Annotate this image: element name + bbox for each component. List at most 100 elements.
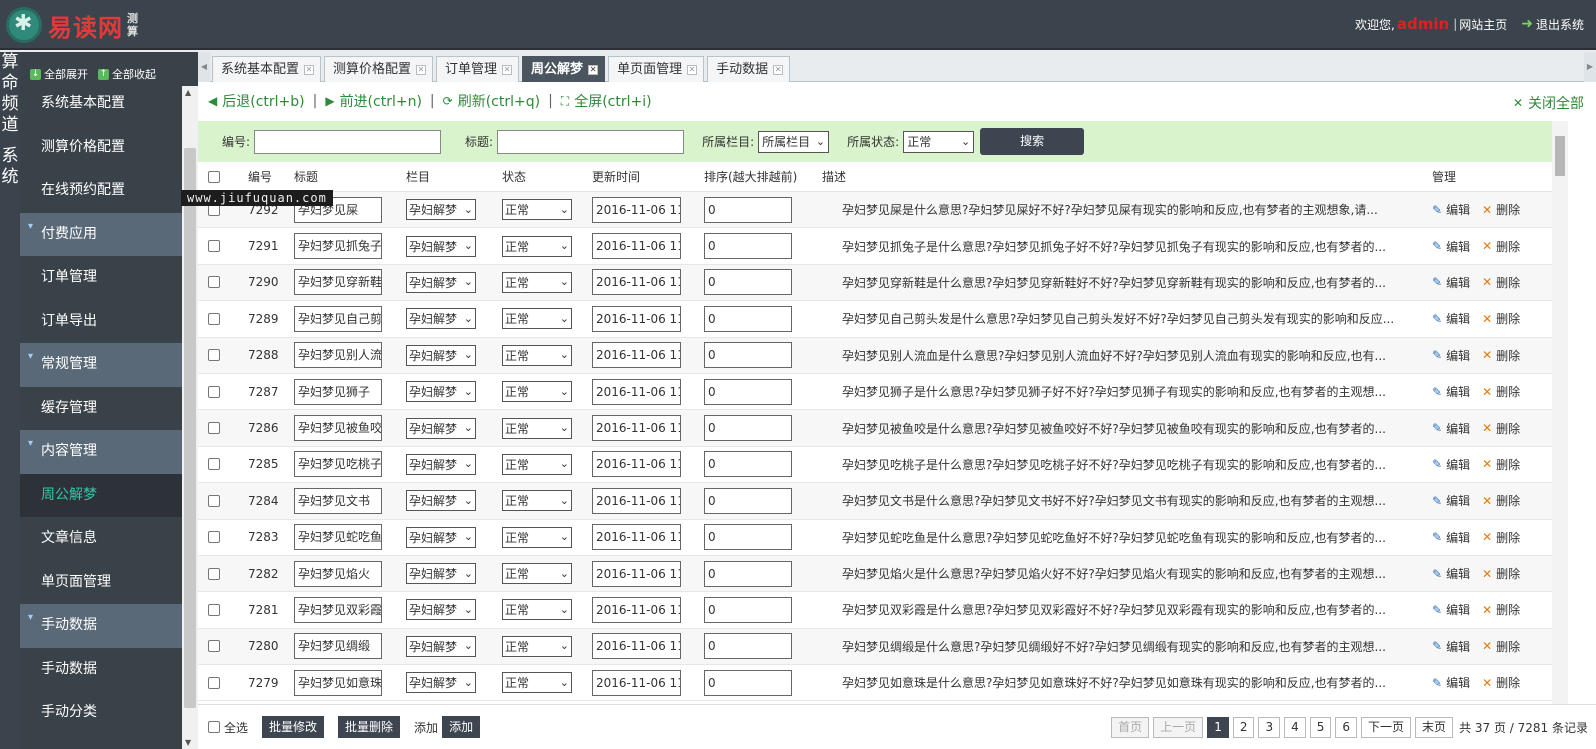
delete-button[interactable]: ✕ 删除 <box>1482 420 1520 437</box>
sidebar-item[interactable]: 缓存管理 <box>20 387 182 431</box>
status-select[interactable]: 正常 <box>502 672 572 694</box>
time-input[interactable]: 2016-11-06 11: <box>592 233 681 260</box>
exit-icon[interactable]: ➜ <box>1521 16 1533 32</box>
page-2-button[interactable]: 2 <box>1232 717 1255 738</box>
delete-button[interactable]: ✕ 删除 <box>1482 529 1520 546</box>
time-input[interactable]: 2016-11-06 11: <box>592 596 681 623</box>
page-3-button[interactable]: 3 <box>1258 717 1281 738</box>
sort-input[interactable]: 0 <box>704 415 792 442</box>
time-input[interactable]: 2016-11-06 11: <box>592 524 681 551</box>
row-checkbox[interactable] <box>208 676 220 689</box>
row-checkbox[interactable] <box>208 567 220 580</box>
delete-button[interactable]: ✕ 删除 <box>1482 383 1520 400</box>
sidebar-item[interactable]: 在线预约配置 <box>20 169 182 213</box>
row-checkbox[interactable] <box>208 276 220 289</box>
edit-button[interactable]: ✎ 编辑 <box>1432 492 1470 509</box>
close-icon[interactable]: ✕ <box>502 64 513 75</box>
sidebar-item[interactable]: 周公解梦 <box>20 473 182 517</box>
sort-input[interactable]: 0 <box>704 451 792 478</box>
page-4-button[interactable]: 4 <box>1284 717 1306 738</box>
delete-button[interactable]: ✕ 删除 <box>1482 456 1520 473</box>
title-input[interactable]: 孕妇梦见穿新鞋 <box>294 269 382 296</box>
select-all-label[interactable]: 全选 <box>224 719 248 736</box>
edit-button[interactable]: ✎ 编辑 <box>1432 238 1470 255</box>
category-select[interactable]: 孕妇解梦 <box>406 453 476 475</box>
delete-button[interactable]: ✕ 删除 <box>1482 310 1520 327</box>
edit-button[interactable]: ✎ 编辑 <box>1432 601 1470 618</box>
category-select[interactable]: 孕妇解梦 <box>406 672 476 694</box>
time-input[interactable]: 2016-11-06 11: <box>592 487 681 514</box>
category-select[interactable]: 孕妇解梦 <box>406 490 476 512</box>
sidebar-item[interactable]: 订单导出 <box>20 300 182 344</box>
title-input[interactable]: 孕妇梦见如意珠 <box>294 669 382 696</box>
delete-button[interactable]: ✕ 删除 <box>1482 274 1520 291</box>
sort-input[interactable]: 0 <box>704 233 792 260</box>
close-all-button[interactable]: ✕ 关闭全部 <box>1513 93 1584 113</box>
edit-button[interactable]: ✎ 编辑 <box>1432 420 1470 437</box>
sort-input[interactable]: 0 <box>704 596 792 623</box>
tab-0[interactable]: 系统基本配置 ✕ <box>212 56 322 82</box>
title-input[interactable]: 孕妇梦见吃桃子 <box>294 451 382 478</box>
site-logo[interactable]: 易读网 测算 <box>6 6 141 44</box>
fullscreen-button[interactable]: ⛶ 全屏(ctrl+i) <box>561 91 652 111</box>
select-all-checkbox[interactable] <box>208 721 220 733</box>
title-input[interactable]: 孕妇梦见焰火 <box>294 560 382 587</box>
title-search-input[interactable] <box>497 129 685 154</box>
row-checkbox[interactable] <box>208 640 220 653</box>
delete-button[interactable]: ✕ 删除 <box>1482 674 1520 691</box>
edit-button[interactable]: ✎ 编辑 <box>1432 383 1470 400</box>
row-checkbox[interactable] <box>208 422 220 435</box>
time-input[interactable]: 2016-11-06 11: <box>592 196 681 223</box>
sidebar-item[interactable]: 手动数据 <box>20 648 182 692</box>
batch-edit-button[interactable]: 批量修改 <box>262 716 325 738</box>
status-select[interactable]: 正常 <box>502 199 572 221</box>
sort-input[interactable]: 0 <box>704 269 792 296</box>
refresh-button[interactable]: ⟳ 刷新(ctrl+q) <box>443 91 540 111</box>
id-search-input[interactable] <box>254 129 442 154</box>
title-input[interactable]: 孕妇梦见蛇吃鱼 <box>294 524 382 551</box>
status-select[interactable]: 正常 <box>502 271 572 293</box>
title-input[interactable]: 孕妇梦见别人流 <box>294 342 382 369</box>
scroll-up-icon[interactable]: ▲ <box>185 88 191 97</box>
sidebar-item[interactable]: 测算价格配置 <box>20 126 182 170</box>
status-select[interactable]: 正常 <box>502 235 572 257</box>
row-checkbox[interactable] <box>208 494 220 507</box>
close-icon[interactable]: ✕ <box>416 64 427 75</box>
sort-input[interactable]: 0 <box>704 560 792 587</box>
status-select[interactable]: 正常 <box>502 344 572 366</box>
last-page-button[interactable]: 末页 <box>1415 717 1454 738</box>
row-checkbox[interactable] <box>208 531 220 544</box>
close-icon[interactable]: ✕ <box>304 64 315 75</box>
category-select[interactable]: 孕妇解梦 <box>406 199 476 221</box>
scrollbar-thumb[interactable] <box>1555 136 1565 176</box>
sidebar-item[interactable]: 文章信息 <box>20 517 182 561</box>
title-input[interactable]: 孕妇梦见被鱼咬 <box>294 415 382 442</box>
status-select[interactable]: 正常 <box>502 381 572 403</box>
tab-4[interactable]: 单页面管理 ✕ <box>608 56 705 82</box>
category-select[interactable]: 孕妇解梦 <box>406 344 476 366</box>
status-select[interactable]: 正常 <box>502 308 572 330</box>
row-checkbox[interactable] <box>208 385 220 398</box>
row-checkbox[interactable] <box>208 312 220 325</box>
tab-scroll-right-icon[interactable]: ▶ <box>1584 52 1596 82</box>
edit-button[interactable]: ✎ 编辑 <box>1432 674 1470 691</box>
sidebar-item[interactable]: 单页面管理 <box>20 561 182 605</box>
delete-button[interactable]: ✕ 删除 <box>1482 601 1520 618</box>
sort-input[interactable]: 0 <box>704 524 792 551</box>
time-input[interactable]: 2016-11-06 11: <box>592 342 681 369</box>
time-input[interactable]: 2016-11-06 11: <box>592 269 681 296</box>
sidebar-item[interactable]: 手动分类 <box>20 691 182 735</box>
time-input[interactable]: 2016-11-06 11: <box>592 633 681 660</box>
delete-button[interactable]: ✕ 删除 <box>1482 565 1520 582</box>
sort-input[interactable]: 0 <box>704 669 792 696</box>
status-select[interactable]: 正常 <box>502 599 572 621</box>
edit-button[interactable]: ✎ 编辑 <box>1432 274 1470 291</box>
expand-all-button[interactable]: ↓ 全部展开 <box>30 66 88 82</box>
delete-button[interactable]: ✕ 删除 <box>1482 238 1520 255</box>
time-input[interactable]: 2016-11-06 11: <box>592 378 681 405</box>
sort-input[interactable]: 0 <box>704 342 792 369</box>
category-select[interactable]: 孕妇解梦 <box>406 271 476 293</box>
category-select[interactable]: 孕妇解梦 <box>406 635 476 657</box>
next-page-button[interactable]: 下一页 <box>1361 717 1412 738</box>
tab-scroll-left-icon[interactable]: ◀ <box>198 52 210 82</box>
